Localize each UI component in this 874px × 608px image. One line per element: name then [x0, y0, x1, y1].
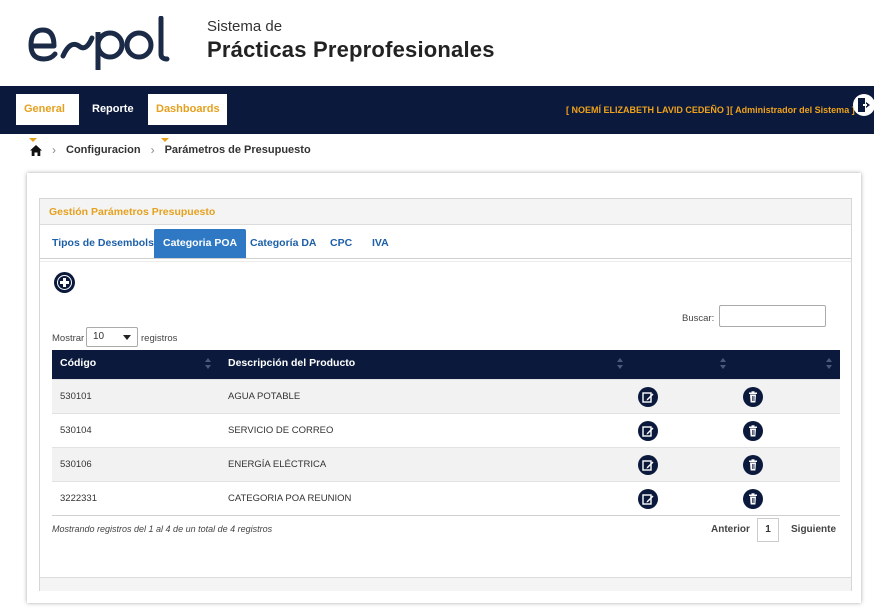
cell-code: 530104 [60, 425, 92, 436]
delete-button[interactable] [743, 421, 763, 441]
table-row: 3222331 CATEGORIA POA REUNION [52, 481, 840, 515]
edit-button[interactable] [638, 489, 658, 509]
menu-general[interactable]: General [16, 94, 79, 143]
chevron-down-icon [123, 335, 131, 340]
top-navbar: General Reporte Dashboards [ NOEMÍ ELIZA… [0, 86, 874, 143]
cell-code: 530106 [60, 459, 92, 470]
column-header-descripcion[interactable]: Descripción del Producto [228, 350, 355, 379]
trash-icon [749, 459, 757, 471]
page-length-value: 10 [93, 331, 105, 342]
menu-dashboards-label: Dashboards [156, 103, 220, 115]
table-header: Código Descripción del Producto [52, 350, 840, 379]
cell-description: ENERGÍA ELÉCTRICA [228, 459, 327, 470]
breadcrumb-item-configuracion[interactable]: Configuracion [66, 144, 141, 156]
user-name[interactable]: [ NOEMÍ ELIZABETH LAVID CEDEÑO ] [566, 86, 729, 134]
records-label: registros [141, 333, 178, 344]
menu-reporte[interactable]: Reporte [84, 94, 146, 143]
edit-icon [642, 460, 654, 471]
edit-button[interactable] [638, 387, 658, 407]
pagination-previous[interactable]: Anterior [711, 518, 750, 542]
tab-categoria-poa[interactable]: Categoria POA [154, 229, 247, 258]
panel-title: Gestión Parámetros Presupuesto [40, 199, 851, 225]
table-info: Mostrando registros del 1 al 4 de un tot… [52, 524, 273, 534]
logout-icon [858, 98, 870, 112]
search-label: Buscar: [682, 313, 715, 324]
espol-logo [28, 16, 170, 70]
pagination-page-1[interactable]: 1 [757, 518, 779, 542]
table-bottom-border [52, 515, 840, 516]
menu-reporte-label: Reporte [92, 103, 134, 115]
app-header: Sistema de Prácticas Preprofesionales [0, 0, 874, 86]
delete-button[interactable] [743, 455, 763, 475]
trash-icon [749, 391, 757, 403]
cell-description: AGUA POTABLE [228, 391, 301, 402]
logout-button[interactable] [853, 94, 874, 116]
edit-button[interactable] [638, 455, 658, 475]
breadcrumb-item-current: Parámetros de Presupuesto [164, 144, 311, 156]
cell-code: 3222331 [60, 493, 97, 504]
table-row: 530104 SERVICIO DE CORREO [52, 413, 840, 447]
tab-categoria-da[interactable]: Categoría DA [241, 229, 326, 258]
edit-button[interactable] [638, 421, 658, 441]
delete-button[interactable] [743, 489, 763, 509]
menu-dashboards[interactable]: Dashboards [148, 94, 227, 143]
breadcrumb-separator: › [52, 143, 56, 157]
tab-iva[interactable]: IVA [363, 229, 398, 258]
sort-icon [617, 358, 623, 370]
tab-tipos-desembolso[interactable]: Tipos de Desembolso [43, 229, 169, 258]
menu-general-label: General [24, 103, 65, 115]
delete-button[interactable] [743, 387, 763, 407]
trash-icon [749, 493, 757, 505]
user-role[interactable]: [ Administrador del Sistema ] [730, 86, 855, 134]
sort-icon [826, 358, 832, 370]
add-category-button[interactable] [54, 272, 75, 293]
plus-circle-icon [57, 275, 72, 290]
table-row: 530101 AGUA POTABLE [52, 379, 840, 413]
trash-icon [749, 425, 757, 437]
system-title: Prácticas Preprofesionales [207, 37, 495, 62]
cell-description: SERVICIO DE CORREO [228, 425, 334, 436]
search-input[interactable] [719, 305, 826, 327]
cell-description: CATEGORIA POA REUNION [228, 493, 352, 504]
breadcrumb-separator: › [150, 143, 155, 157]
edit-icon [642, 426, 654, 437]
page-length-select[interactable]: 10 [86, 327, 138, 347]
breadcrumb: › Configuracion › Parámetros de Presupue… [30, 142, 311, 158]
pagination-next[interactable]: Siguiente [791, 518, 836, 542]
sort-icon [205, 358, 211, 370]
panel-footer [40, 577, 851, 591]
edit-icon [642, 392, 654, 403]
column-header-codigo[interactable]: Código [60, 350, 96, 379]
home-icon[interactable] [30, 144, 42, 156]
tab-cpc[interactable]: CPC [321, 229, 361, 258]
system-subtitle: Sistema de [207, 18, 283, 35]
tab-bar: Tipos de Desembolso Categoria POA Catego… [40, 225, 851, 259]
show-label: Mostrar [52, 333, 85, 344]
sort-icon [720, 358, 726, 370]
cell-code: 530101 [60, 391, 92, 402]
edit-icon [642, 494, 654, 505]
table-row: 530106 ENERGÍA ELÉCTRICA [52, 447, 840, 481]
